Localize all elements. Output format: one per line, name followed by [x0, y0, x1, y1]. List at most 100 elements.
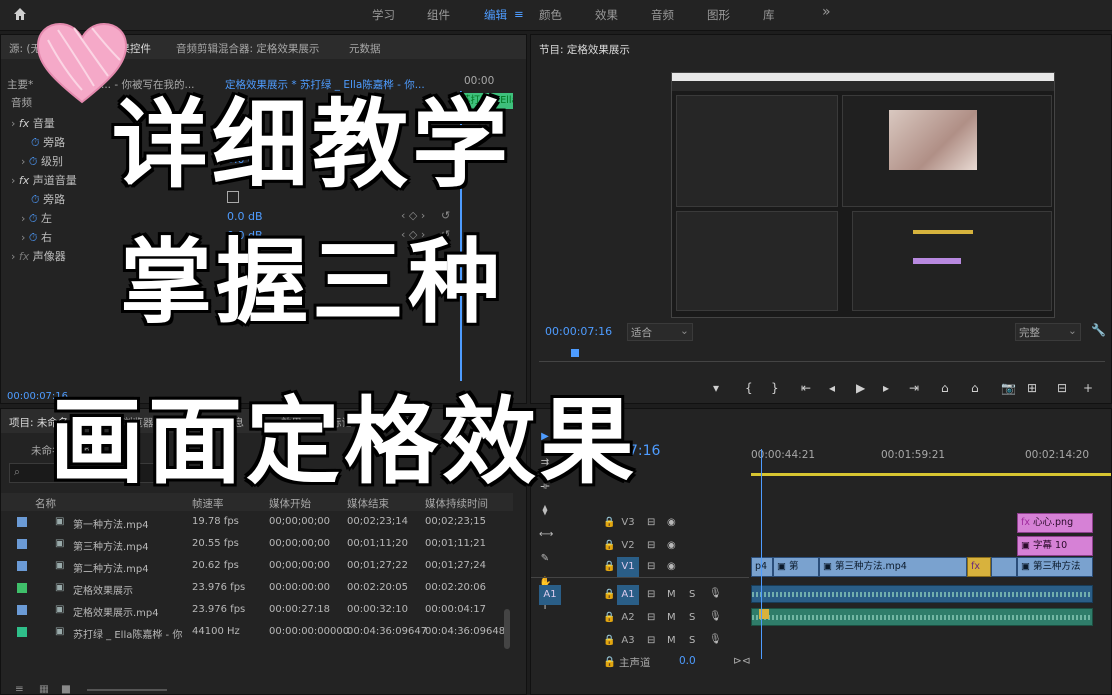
workspace-libraries[interactable]: 库 [763, 7, 775, 23]
clip-v1[interactable]: ▣ 第三种方法 [1017, 557, 1093, 577]
mark-in-icon[interactable]: { [745, 381, 753, 395]
extract-icon[interactable]: ⌂ [971, 381, 979, 395]
track-target-toggle[interactable]: V3 [617, 513, 639, 533]
mute-button[interactable]: M [667, 612, 676, 623]
solo-button[interactable]: S [689, 612, 695, 623]
clip-v1[interactable] [991, 557, 1017, 577]
sync-lock-icon[interactable]: ⊟ [647, 589, 655, 600]
lock-icon[interactable]: 🔒 [603, 635, 615, 646]
program-title[interactable]: 节目: 定格效果展示 [539, 42, 630, 57]
slip-tool-icon[interactable]: ⟷ [539, 529, 553, 541]
label-color-swatch[interactable] [17, 583, 27, 593]
step-forward-icon[interactable]: ▸ [883, 381, 889, 395]
audio-clip-a1[interactable] [751, 585, 1093, 603]
mute-button[interactable]: M [667, 635, 676, 646]
project-item[interactable]: ▣ 第一种方法.mp4 19.78 fps 00;00;00;00 00;02;23;1… [1, 511, 513, 533]
mark-out-icon[interactable]: } [771, 381, 779, 395]
label-color-swatch[interactable] [17, 539, 27, 549]
track-target-toggle[interactable]: V2 [617, 536, 639, 556]
timeline-ruler[interactable]: 00:00:44:21 00:01:59:21 00:02:14:20 [751, 445, 1111, 475]
lock-icon[interactable]: 🔒 [603, 655, 616, 668]
sync-lock-icon[interactable]: ⊟ [647, 612, 655, 623]
microphone-icon[interactable]: 🎙 [709, 588, 722, 599]
column-media-end[interactable]: 媒体结束 [347, 496, 389, 511]
workspace-graphics[interactable]: 图形 [707, 7, 730, 23]
solo-button[interactable]: S [689, 589, 695, 600]
label-color-swatch[interactable] [17, 627, 27, 637]
timeline-playhead[interactable] [761, 449, 762, 659]
camera-icon[interactable]: 📷 [1001, 381, 1016, 395]
freeform-view-icon[interactable]: ■ [61, 683, 71, 695]
clip-v1[interactable]: p4 [751, 557, 773, 577]
clip-v1[interactable]: ▣ 第三种方法.mp4 [819, 557, 967, 577]
effect-row-level[interactable]: › ⏱ 级别 [21, 153, 63, 169]
tab-metadata[interactable]: 元数据 [349, 41, 381, 56]
clip-v2[interactable]: ▣ 字幕 10 [1017, 536, 1093, 556]
quality-dropdown[interactable]: 完整 ⌄ [1015, 323, 1081, 341]
source-patch[interactable]: A1 [539, 585, 561, 605]
work-area-bar[interactable] [751, 473, 1111, 476]
marker-icon[interactable]: ▾ [713, 381, 719, 395]
program-ruler[interactable] [539, 353, 1105, 362]
column-media-start[interactable]: 媒体开始 [269, 496, 311, 511]
effect-row-volume[interactable]: › fx 音量 [11, 115, 55, 131]
workspace-effects[interactable]: 效果 [595, 7, 618, 23]
sync-lock-icon[interactable]: ⊟ [647, 540, 655, 551]
track-target-toggle[interactable]: A1 [617, 585, 639, 605]
pen-tool-icon[interactable]: ✎ [539, 553, 551, 565]
zoom-slider[interactable] [87, 689, 167, 691]
column-fps[interactable]: 帧速率 [192, 496, 224, 511]
razor-tool-icon[interactable]: ⧫ [539, 505, 551, 517]
play-icon[interactable]: ▶ [856, 381, 865, 395]
effect-row-channel-volume[interactable]: › fx 声道音量 [11, 172, 77, 188]
program-playhead[interactable] [571, 349, 579, 357]
label-color-swatch[interactable] [17, 605, 27, 615]
icon-view-icon[interactable]: ▦ [39, 683, 49, 695]
eye-icon[interactable]: ◉ [667, 540, 676, 551]
lock-icon[interactable]: 🔒 [603, 517, 615, 528]
label-color-swatch[interactable] [17, 517, 27, 527]
sync-lock-icon[interactable]: ⊟ [647, 517, 655, 528]
lift-icon[interactable]: ⌂ [941, 381, 949, 395]
track-target-toggle[interactable]: A3 [617, 631, 639, 651]
track-target-toggle[interactable]: A2 [617, 608, 639, 628]
label-color-swatch[interactable] [17, 561, 27, 571]
clip-v3[interactable]: fx 心心.png [1017, 513, 1093, 533]
workspace-editing[interactable]: 编辑 [484, 7, 507, 23]
column-media-duration[interactable]: 媒体持续时间 [425, 496, 488, 511]
lock-icon[interactable]: 🔒 [603, 589, 615, 600]
project-item[interactable]: ▣ 苏打绿 _ Ella陈嘉桦 - 你 44100 Hz 00:00:00:00000… [1, 621, 513, 643]
wrench-icon[interactable]: 🔧 [1091, 323, 1106, 337]
effect-row-right[interactable]: › ⏱ 右 [21, 229, 52, 245]
master-volume-value[interactable]: 0.0 [679, 655, 696, 667]
keyframe-nav-icon[interactable]: ‹ ◇ › [401, 209, 425, 222]
add-icon[interactable]: + [1083, 381, 1093, 395]
project-item[interactable]: ▣ 第二种方法.mp4 20.62 fps 00;00;00;00 00;01;27;2… [1, 555, 513, 577]
workspace-color[interactable]: 颜色 [539, 7, 562, 23]
solo-button[interactable]: S [689, 635, 695, 646]
lock-icon[interactable]: 🔒 [603, 612, 615, 623]
workspace-learn[interactable]: 学习 [372, 7, 395, 23]
home-icon[interactable] [12, 6, 28, 22]
eye-icon[interactable]: ◉ [667, 561, 676, 572]
project-scrollbar[interactable] [504, 609, 510, 649]
microphone-icon[interactable]: 🎙 [709, 634, 722, 645]
eye-icon[interactable]: ◉ [667, 517, 676, 528]
clip-v1[interactable]: ▣ 第 [773, 557, 819, 577]
project-item[interactable]: ▣ 第三种方法.mp4 20.55 fps 00;00;00;00 00;01;11;2… [1, 533, 513, 555]
tab-audio-mixer[interactable]: 音频剪辑混合器: 定格效果展示 [176, 41, 319, 56]
step-back-icon[interactable]: ◂ [829, 381, 835, 395]
go-to-in-icon[interactable]: ⇤ [801, 381, 811, 395]
go-to-end-icon[interactable]: ⊳⊲ [733, 655, 751, 667]
workspace-assembly[interactable]: 组件 [427, 7, 450, 23]
fit-dropdown[interactable]: 适合 ⌄ [627, 323, 693, 341]
mute-button[interactable]: M [667, 589, 676, 600]
workspace-audio[interactable]: 音频 [651, 7, 674, 23]
sync-lock-icon[interactable]: ⊟ [647, 561, 655, 572]
sync-lock-icon[interactable]: ⊟ [647, 635, 655, 646]
track-target-toggle[interactable]: V1 [617, 557, 639, 577]
list-view-icon[interactable]: ≡ [15, 683, 24, 695]
more-workspaces-icon[interactable]: » [822, 4, 831, 20]
effect-row-left[interactable]: › ⏱ 左 [21, 210, 52, 226]
reset-icon[interactable]: ↺ [441, 209, 450, 222]
